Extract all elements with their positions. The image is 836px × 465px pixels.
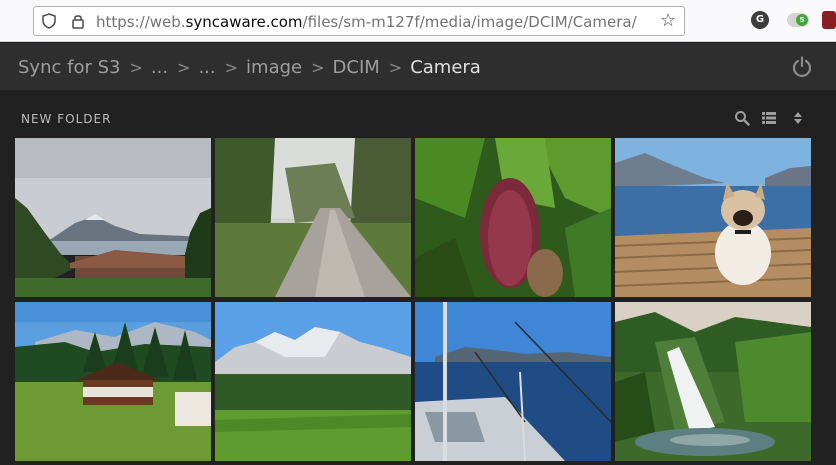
- breadcrumb-separator: >: [129, 57, 143, 77]
- photo-tile-sailboat[interactable]: [415, 302, 611, 461]
- breadcrumb-separator: >: [388, 57, 403, 77]
- photo-tile-path[interactable]: [215, 138, 411, 297]
- breadcrumb-separator: >: [311, 57, 325, 77]
- photo-dog-dock: [615, 138, 811, 297]
- photo-tile-lake[interactable]: [15, 138, 211, 297]
- photo-dolomites: [215, 302, 411, 461]
- extension-g-icon[interactable]: G: [751, 11, 769, 29]
- photo-gravel-path: [215, 138, 411, 297]
- photo-tile-banana[interactable]: [415, 138, 611, 297]
- breadcrumb: Sync for S3 > ... > ... > image > DCIM >…: [18, 55, 481, 79]
- app-header: Sync for S3 > ... > ... > image > DCIM >…: [0, 43, 836, 90]
- breadcrumb-separator: >: [224, 57, 239, 77]
- breadcrumb-separator: >: [177, 57, 191, 77]
- browser-toolbar: https://web.syncaware.com/files/sm-m127f…: [0, 0, 836, 42]
- lock-icon[interactable]: [71, 13, 85, 33]
- photo-lake-mountain: [15, 138, 211, 297]
- list-view-icon[interactable]: [761, 110, 777, 130]
- photo-alpine-chalet: [15, 302, 211, 461]
- bookmark-star-icon[interactable]: ☆: [660, 12, 676, 30]
- photo-waterfall: [615, 302, 811, 461]
- breadcrumb-item[interactable]: ...: [151, 57, 168, 78]
- url-text[interactable]: https://web.syncaware.com/files/sm-m127f…: [96, 13, 637, 31]
- extension-toggle-icon[interactable]: 5: [787, 13, 809, 27]
- breadcrumb-item[interactable]: ...: [198, 57, 215, 78]
- app-title[interactable]: Sync for S3: [18, 57, 120, 78]
- power-icon[interactable]: [792, 56, 812, 82]
- breadcrumb-item-image[interactable]: image: [246, 57, 302, 78]
- sort-icon[interactable]: [792, 110, 804, 130]
- photo-sailboat: [415, 302, 611, 461]
- search-icon[interactable]: [734, 110, 750, 130]
- address-bar[interactable]: https://web.syncaware.com/files/sm-m127f…: [33, 6, 685, 36]
- photo-tile-dog[interactable]: [615, 138, 811, 297]
- photo-tile-dolomites[interactable]: [215, 302, 411, 461]
- breadcrumb-item-dcim[interactable]: DCIM: [333, 57, 380, 78]
- ublock-icon[interactable]: [822, 11, 836, 29]
- breadcrumb-current: Camera: [410, 56, 481, 78]
- new-folder-button[interactable]: NEW FOLDER: [21, 112, 111, 126]
- photo-banana-flower: [415, 138, 611, 297]
- photo-tile-chalet[interactable]: [15, 302, 211, 461]
- tracking-shield-icon[interactable]: [42, 13, 56, 33]
- photo-tile-waterfall[interactable]: [615, 302, 811, 461]
